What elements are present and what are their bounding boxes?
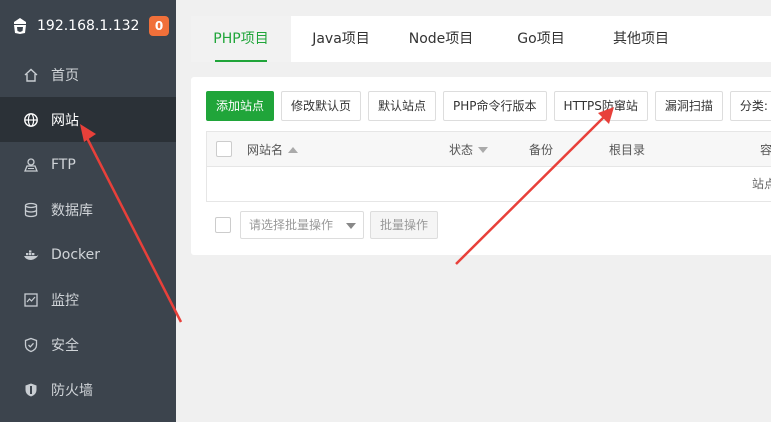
table-header: 网站名 状态 备份 根目录 容 bbox=[206, 131, 771, 167]
column-label: 网站名 bbox=[247, 143, 284, 157]
sidebar-item-home[interactable]: 首页 bbox=[0, 52, 176, 97]
notification-badge[interactable]: 0 bbox=[149, 16, 169, 36]
sidebar-header: 192.168.1.132 0 bbox=[0, 0, 176, 52]
sidebar: 192.168.1.132 0 首页 网站 FTP 数据库 Docker 监控 … bbox=[0, 0, 176, 422]
column-site-name[interactable]: 网站名 bbox=[247, 132, 299, 168]
column-status[interactable]: 状态 bbox=[449, 132, 489, 168]
category-filter[interactable]: 分类: bbox=[729, 91, 771, 121]
site-list-panel: 添加站点 修改默认页 默认站点 PHP命令行版本 HTTPS防窜站 漏洞扫描 分… bbox=[191, 77, 771, 255]
sidebar-item-docker[interactable]: Docker bbox=[0, 232, 176, 277]
sidebar-item-label: FTP bbox=[51, 156, 76, 173]
ftp-icon bbox=[23, 157, 39, 173]
panel-logo-icon bbox=[12, 17, 28, 35]
empty-placeholder: 站点 bbox=[752, 177, 771, 191]
sidebar-item-label: 数据库 bbox=[51, 202, 93, 219]
tab-php[interactable]: PHP项目 bbox=[191, 16, 291, 62]
sidebar-item-label: 安全 bbox=[51, 337, 79, 354]
sidebar-item-website[interactable]: 网站 bbox=[0, 97, 176, 142]
toolbar: 添加站点 修改默认页 默认站点 PHP命令行版本 HTTPS防窜站 漏洞扫描 分… bbox=[206, 91, 771, 121]
batch-operations: 请选择批量操作 批量操作 bbox=[215, 211, 439, 239]
sidebar-item-security[interactable]: 安全 bbox=[0, 322, 176, 367]
column-label: 根目录 bbox=[609, 143, 646, 157]
sort-desc-icon bbox=[478, 147, 489, 153]
tab-node[interactable]: Node项目 bbox=[391, 16, 491, 62]
column-label: 状态 bbox=[449, 143, 474, 157]
default-site-button[interactable]: 默认站点 bbox=[368, 91, 437, 121]
tab-other[interactable]: 其他项目 bbox=[591, 16, 691, 62]
vuln-scan-button[interactable]: 漏洞扫描 bbox=[654, 91, 723, 121]
sidebar-item-database[interactable]: 数据库 bbox=[0, 187, 176, 232]
column-root-dir: 根目录 bbox=[609, 132, 645, 168]
tab-java[interactable]: Java项目 bbox=[291, 16, 391, 62]
column-label: 备份 bbox=[529, 143, 554, 157]
chevron-down-icon bbox=[346, 223, 356, 229]
https-anti-hijack-button[interactable]: HTTPS防窜站 bbox=[553, 91, 648, 121]
home-icon bbox=[23, 67, 39, 83]
php-cli-version-button[interactable]: PHP命令行版本 bbox=[443, 91, 547, 121]
select-all-checkbox[interactable] bbox=[216, 141, 232, 157]
sidebar-item-monitor[interactable]: 监控 bbox=[0, 277, 176, 322]
sidebar-item-ftp[interactable]: FTP bbox=[0, 142, 176, 187]
batch-select-checkbox[interactable] bbox=[215, 217, 231, 233]
batch-operation-select[interactable]: 请选择批量操作 bbox=[240, 211, 364, 239]
docker-icon bbox=[23, 247, 39, 263]
globe-icon bbox=[23, 112, 39, 128]
shield-icon bbox=[23, 337, 39, 353]
select-placeholder: 请选择批量操作 bbox=[249, 218, 334, 232]
column-backup: 备份 bbox=[529, 132, 553, 168]
sidebar-item-label: 网站 bbox=[51, 112, 79, 129]
database-icon bbox=[23, 202, 39, 218]
edit-default-page-button[interactable]: 修改默认页 bbox=[281, 91, 362, 121]
firewall-icon bbox=[23, 382, 39, 398]
sidebar-item-label: 首页 bbox=[51, 67, 79, 84]
sidebar-item-firewall[interactable]: 防火墙 bbox=[0, 367, 176, 412]
project-type-tabs: PHP项目 Java项目 Node项目 Go项目 其他项目 bbox=[191, 16, 771, 62]
column-label: 容 bbox=[760, 143, 771, 157]
site-table: 网站名 状态 备份 根目录 容 站点 bbox=[206, 131, 771, 202]
batch-operation-button[interactable]: 批量操作 bbox=[370, 211, 439, 239]
sidebar-item-label: 防火墙 bbox=[51, 382, 93, 399]
server-ip[interactable]: 192.168.1.132 bbox=[37, 18, 149, 34]
add-site-button[interactable]: 添加站点 bbox=[206, 91, 275, 121]
sidebar-item-label: 监控 bbox=[51, 292, 79, 309]
monitor-icon bbox=[23, 292, 39, 308]
column-capacity: 容 bbox=[760, 132, 771, 168]
sidebar-item-label: Docker bbox=[51, 246, 101, 263]
sort-asc-icon bbox=[288, 147, 299, 153]
tab-go[interactable]: Go项目 bbox=[491, 16, 591, 62]
table-body: 站点 bbox=[206, 167, 771, 202]
